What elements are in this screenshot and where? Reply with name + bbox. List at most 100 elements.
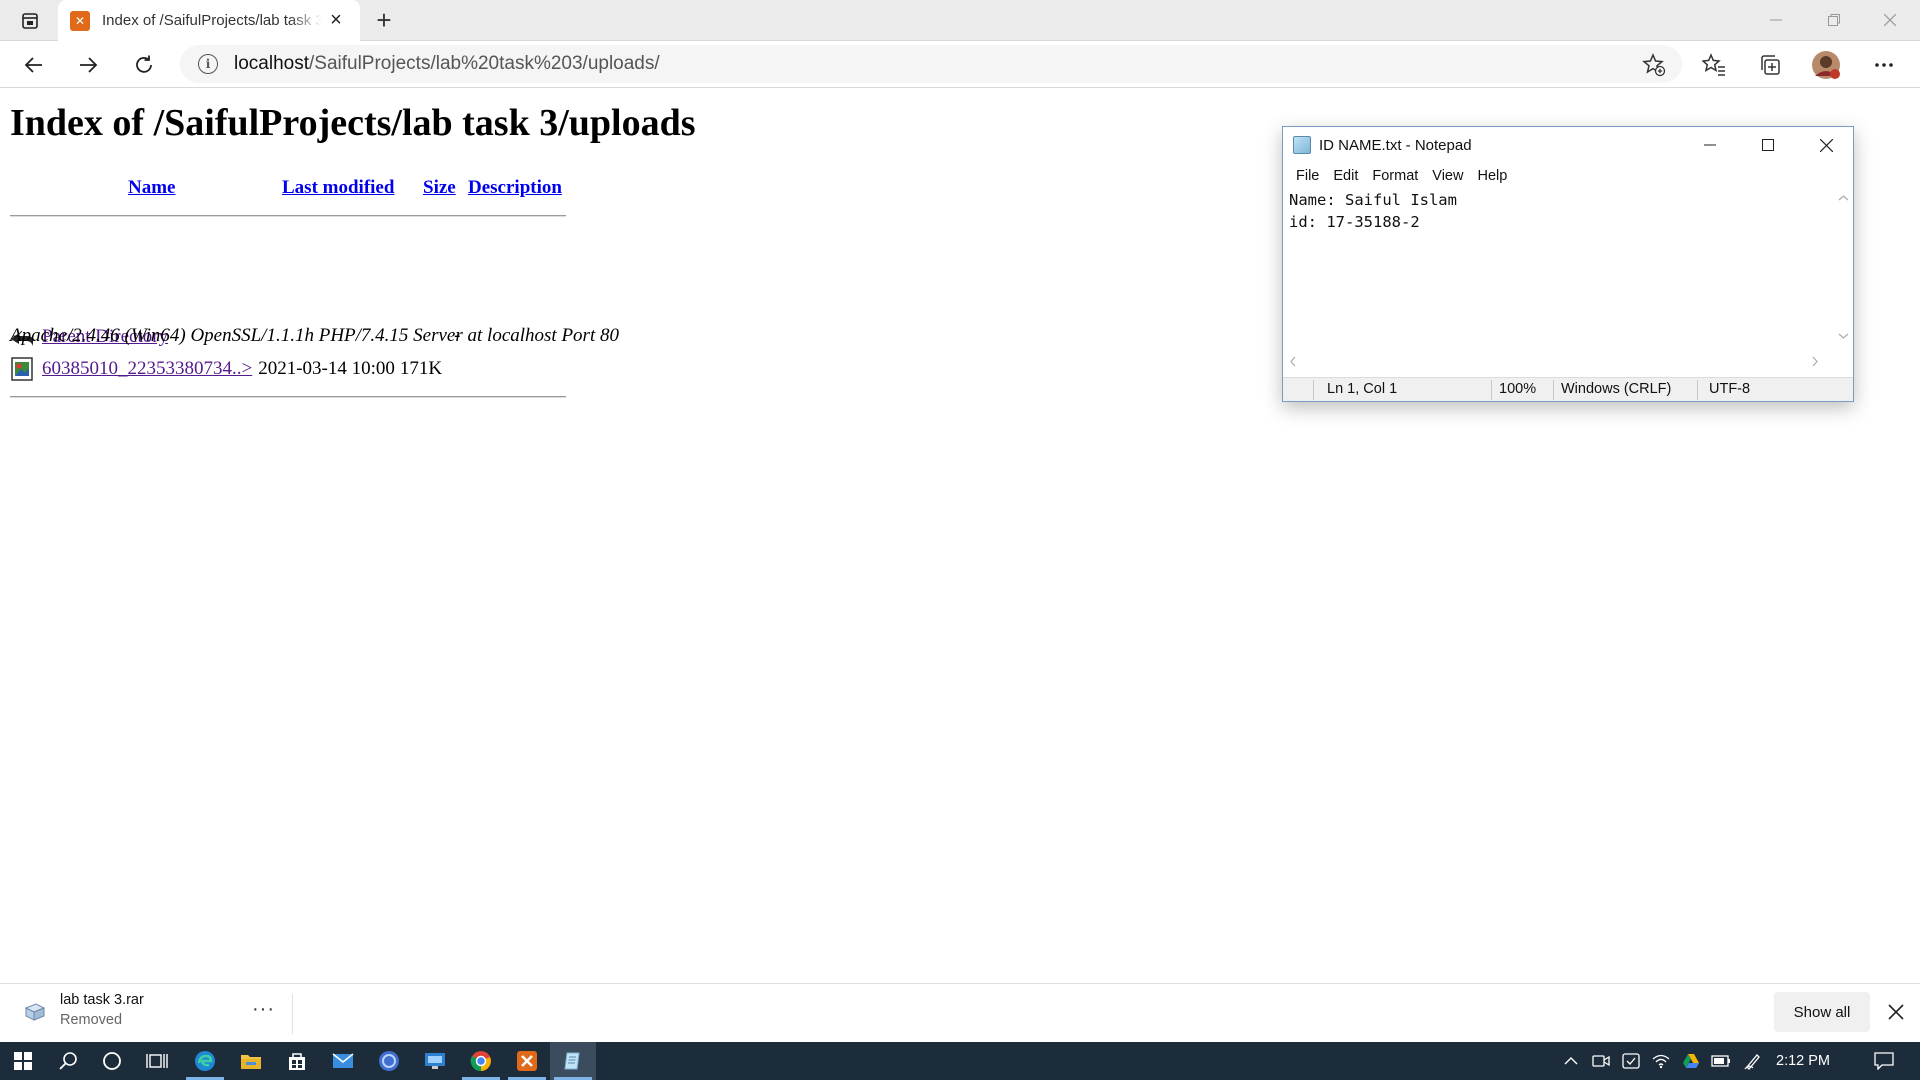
profile-button[interactable] <box>1808 47 1844 83</box>
taskbar-edge[interactable] <box>182 1042 228 1080</box>
new-tab-button[interactable]: + <box>368 5 400 35</box>
menu-view[interactable]: View <box>1425 168 1470 184</box>
task-view-button[interactable] <box>134 1042 180 1080</box>
scroll-left-icon <box>1290 356 1296 367</box>
windows-taskbar: 2:12 PM <box>0 1042 1920 1080</box>
url-text[interactable]: localhost/SaifulProjects/lab%20task%203/… <box>234 53 660 75</box>
add-favorite-button[interactable] <box>1642 53 1666 82</box>
close-window-button[interactable] <box>1862 0 1918 40</box>
wifi-icon <box>1652 1054 1670 1069</box>
taskbar-xampp[interactable] <box>504 1042 550 1080</box>
menu-file[interactable]: File <box>1289 168 1326 184</box>
page-heading: Index of /SaifulProjects/lab task 3/uplo… <box>10 102 696 144</box>
column-header-description[interactable]: Description <box>468 177 562 199</box>
download-filename[interactable]: lab task 3.rar <box>60 992 144 1008</box>
browser-toolbar: i localhost/SaifulProjects/lab%20task%20… <box>0 41 1920 88</box>
close-download-bar-button[interactable] <box>1882 998 1910 1026</box>
pen-workspace-icon <box>1744 1054 1760 1070</box>
address-bar[interactable]: i localhost/SaifulProjects/lab%20task%20… <box>180 45 1682 83</box>
edge-browser-icon <box>195 1051 215 1071</box>
chevron-up-icon <box>1564 1057 1578 1065</box>
notification-icon <box>1874 1052 1894 1070</box>
taskbar-chrome[interactable] <box>458 1042 504 1080</box>
download-bar: lab task 3.rar Removed ··· Show all <box>0 983 1920 1042</box>
search-button[interactable] <box>46 1042 92 1080</box>
taskbar-clock[interactable]: 2:12 PM <box>1776 1042 1830 1080</box>
tray-overflow-button[interactable] <box>1558 1042 1584 1080</box>
cortana-button[interactable] <box>89 1042 135 1080</box>
collections-button[interactable] <box>1752 47 1788 83</box>
tray-meet-now[interactable] <box>1588 1042 1614 1080</box>
taskbar-store[interactable] <box>274 1042 320 1080</box>
download-more-button[interactable]: ··· <box>252 998 275 1021</box>
column-header-name[interactable]: Name <box>128 177 175 199</box>
tab-actions-button[interactable] <box>12 6 48 36</box>
action-center-button[interactable] <box>1864 1042 1904 1080</box>
file-link[interactable]: 60385010_22353380734..> <box>42 358 252 380</box>
xampp-favicon-icon: ✕ <box>70 10 90 31</box>
tray-wifi[interactable] <box>1648 1042 1674 1080</box>
battery-icon <box>1711 1055 1730 1067</box>
profile-avatar-icon <box>1812 51 1840 79</box>
favorites-icon <box>1702 53 1725 76</box>
tray-pen[interactable] <box>1740 1042 1766 1080</box>
start-button[interactable] <box>0 1042 46 1080</box>
minimize-icon <box>1704 144 1716 146</box>
settings-more-button[interactable] <box>1866 47 1902 83</box>
column-header-last-modified[interactable]: Last modified <box>282 177 394 199</box>
forward-arrow-icon <box>80 57 98 73</box>
maximize-icon <box>1762 139 1774 151</box>
taskbar-notepad[interactable] <box>550 1042 596 1080</box>
notepad-maximize-button[interactable] <box>1739 127 1797 163</box>
notepad-menubar: File Edit Format View Help <box>1283 163 1853 189</box>
taskbar-file-explorer[interactable] <box>228 1042 274 1080</box>
tray-app-icon[interactable] <box>1618 1042 1644 1080</box>
back-button[interactable] <box>16 47 52 83</box>
tray-battery[interactable] <box>1708 1042 1734 1080</box>
restore-button[interactable] <box>1806 0 1862 40</box>
notepad-text-area[interactable]: Name: Saiful Islam id: 17-35188-2 <box>1289 189 1829 339</box>
refresh-icon <box>136 55 152 73</box>
status-line-ending: Windows (CRLF) <box>1561 381 1672 397</box>
menu-edit[interactable]: Edit <box>1326 168 1365 184</box>
minimize-button[interactable] <box>1748 0 1804 40</box>
status-separator <box>1491 380 1492 400</box>
row-size: 171K <box>399 358 443 379</box>
cortana-icon <box>103 1052 121 1070</box>
notepad-close-button[interactable] <box>1797 127 1855 163</box>
favorites-button[interactable] <box>1696 47 1732 83</box>
refresh-button[interactable] <box>126 47 162 83</box>
remote-desktop-icon <box>425 1053 445 1069</box>
close-icon <box>1819 138 1833 152</box>
download-status: Removed <box>60 1012 123 1028</box>
taskbar-app-circle[interactable] <box>366 1042 412 1080</box>
show-all-downloads-button[interactable]: Show all <box>1774 992 1870 1032</box>
close-icon <box>1884 14 1896 26</box>
menu-format[interactable]: Format <box>1365 168 1425 184</box>
restore-icon <box>1828 14 1840 26</box>
close-icon <box>1888 1004 1904 1020</box>
notepad-minimize-button[interactable] <box>1681 127 1739 163</box>
taskbar-remote-desktop[interactable] <box>412 1042 458 1080</box>
google-drive-icon <box>1683 1054 1699 1068</box>
column-header-size[interactable]: Size <box>423 177 456 199</box>
horizontal-scrollbar[interactable] <box>1284 353 1836 370</box>
browser-tab-active[interactable]: ✕ Index of /SaifulProjects/lab task 3/up… <box>58 0 360 41</box>
vertical-scrollbar[interactable] <box>1835 189 1852 345</box>
footer-divider <box>10 396 566 398</box>
tab-strip: ✕ Index of /SaifulProjects/lab task 3/up… <box>0 0 1920 41</box>
notepad-statusbar: Ln 1, Col 1 100% Windows (CRLF) UTF-8 <box>1283 377 1853 401</box>
status-separator <box>1697 380 1698 400</box>
notepad-window[interactable]: ID NAME.txt - Notepad File Edit Format V… <box>1282 126 1854 402</box>
tab-close-icon[interactable]: × <box>324 9 348 32</box>
status-separator <box>1553 380 1554 400</box>
site-info-icon[interactable]: i <box>198 54 218 74</box>
taskbar-mail[interactable] <box>320 1042 366 1080</box>
forward-button[interactable] <box>70 47 106 83</box>
tray-drive[interactable] <box>1678 1042 1704 1080</box>
store-bag-icon <box>289 1053 305 1070</box>
folder-icon <box>241 1055 261 1069</box>
windows-logo-icon <box>14 1052 32 1070</box>
menu-help[interactable]: Help <box>1470 168 1514 184</box>
mail-icon <box>332 1053 354 1068</box>
